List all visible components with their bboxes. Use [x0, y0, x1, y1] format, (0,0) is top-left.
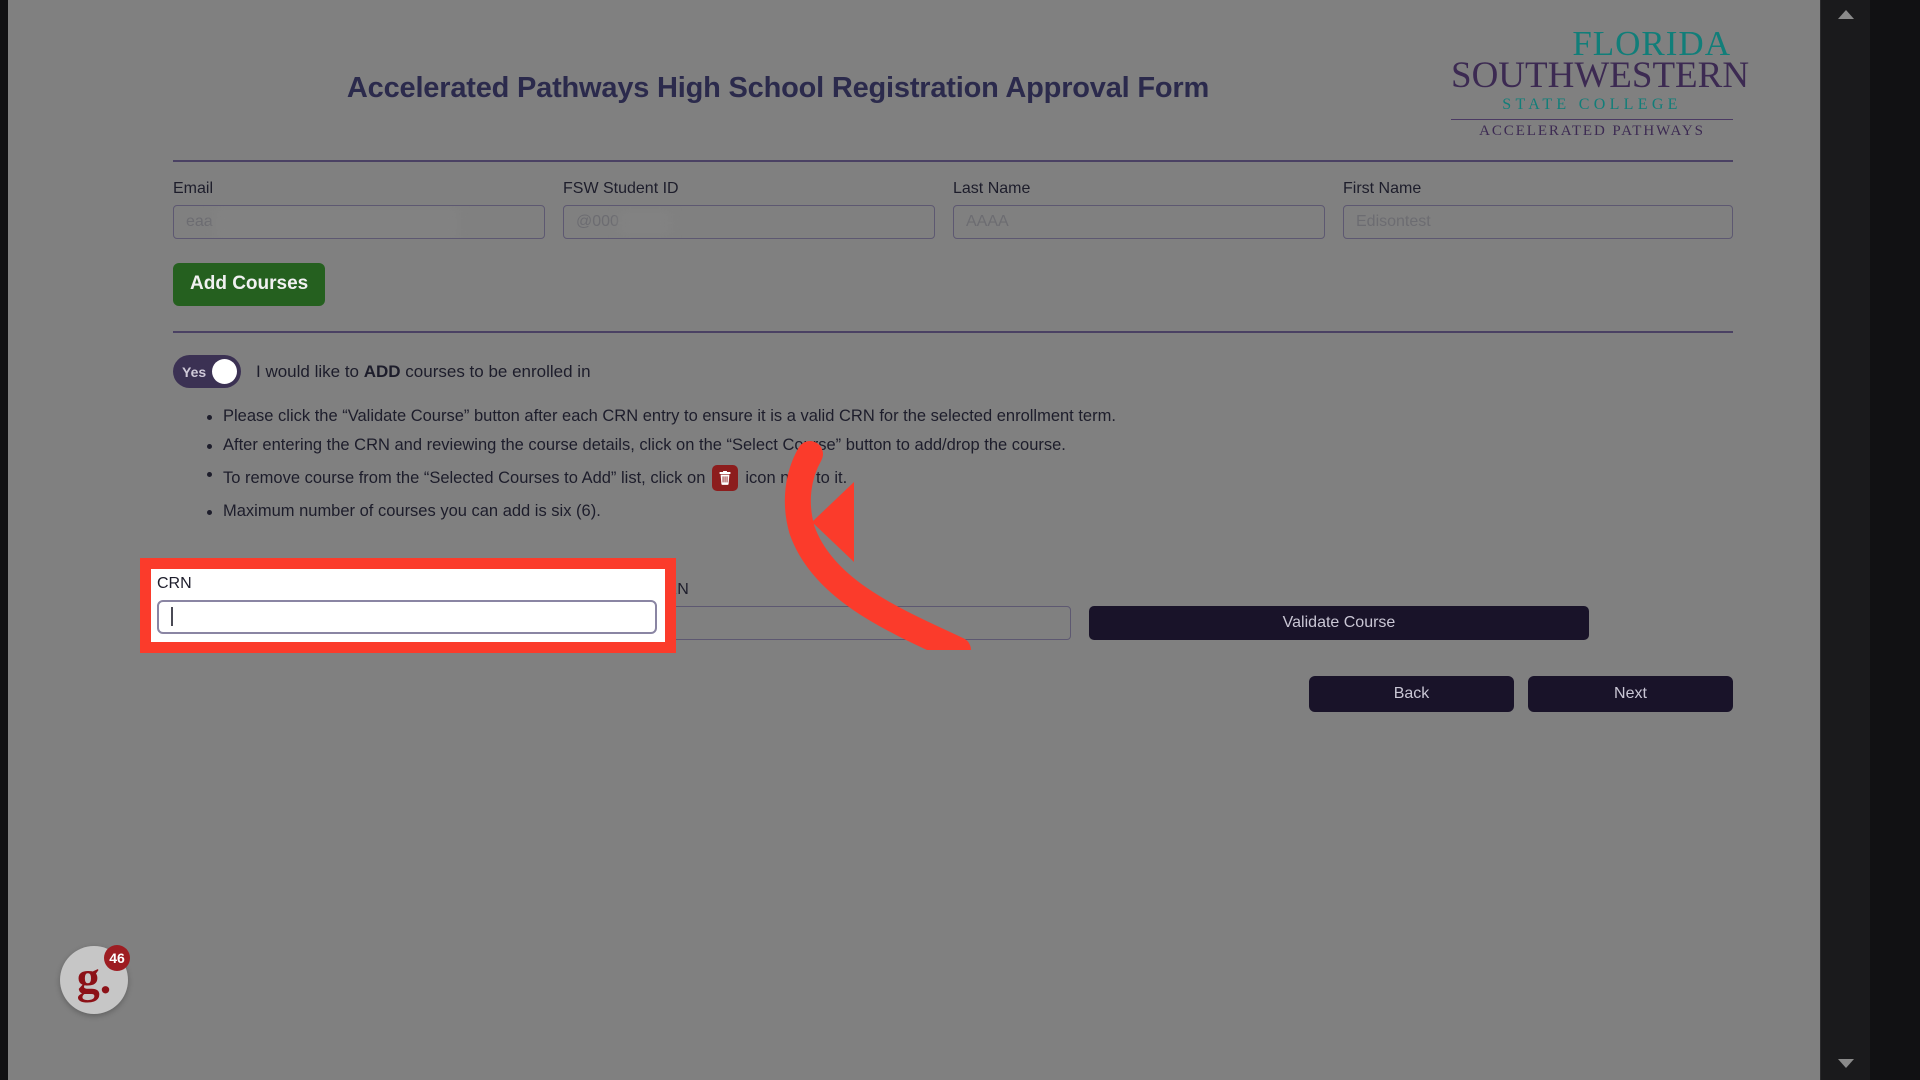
logo-southwestern-text: SOUTHWESTERN	[1451, 55, 1750, 96]
validate-course-button[interactable]: Validate Course	[1089, 605, 1589, 640]
vertical-scrollbar[interactable]	[1820, 0, 1870, 1080]
student-info-row: Email eaa FSW Student ID @000 Last Name	[173, 180, 1733, 239]
field-last-name: Last Name AAAA	[953, 180, 1343, 239]
toggle-description-prefix: I would like to	[256, 361, 364, 381]
field-fsw-student-id: FSW Student ID @000	[563, 180, 953, 239]
text-caret	[171, 607, 173, 626]
logo-divider	[1451, 119, 1733, 120]
trash-icon	[712, 465, 739, 491]
instruction-text: Please click the “Validate Course” butto…	[223, 407, 1116, 425]
crn-label-highlighted: CRN	[157, 574, 192, 592]
toggle-knob	[212, 359, 237, 384]
add-courses-toggle[interactable]: Yes	[173, 355, 241, 388]
logo-accelerated-pathways-text: ACCELERATED PATHWAYS	[1479, 123, 1705, 139]
field-first-name: First Name Edisontest	[1343, 180, 1733, 239]
scroll-down-arrow-icon[interactable]	[1837, 1059, 1854, 1068]
scroll-up-arrow-icon[interactable]	[1837, 10, 1854, 19]
last-name-value: AAAA	[966, 213, 1009, 230]
page-title: Accelerated Pathways High School Registr…	[346, 72, 1210, 104]
crn-entry-row: CRN Alt CRN Validate Course CRN	[140, 557, 1733, 653]
list-item: Please click the “Validate Course” butto…	[207, 402, 1733, 431]
first-name-field[interactable]: Edisontest	[1343, 205, 1733, 239]
form-header: Accelerated Pathways High School Registr…	[173, 0, 1750, 160]
email-field-value: eaa	[186, 213, 213, 230]
list-item: Maximum number of courses you can add is…	[207, 497, 1733, 526]
list-item: After entering the CRN and reviewing the…	[207, 431, 1733, 460]
form-content: Accelerated Pathways High School Registr…	[140, 0, 1750, 712]
browser-viewport: Accelerated Pathways High School Registr…	[0, 0, 1920, 1080]
navigation-row: Back Next	[173, 675, 1733, 712]
alt-crn-label: Alt CRN	[631, 580, 689, 598]
email-redaction	[214, 208, 459, 238]
last-name-field[interactable]: AAAA	[953, 205, 1325, 239]
toggle-description-strong: ADD	[363, 361, 401, 381]
chat-widget[interactable]: g. 46	[60, 945, 130, 1014]
list-item: To remove course from the “Selected Cour…	[207, 459, 1733, 497]
add-courses-button[interactable]: Add Courses	[173, 263, 326, 306]
instruction-text: Maximum number of courses you can add is…	[223, 502, 601, 520]
header-divider	[173, 160, 1733, 162]
field-label-last-name: Last Name	[953, 180, 1031, 197]
chat-unread-badge: 46	[104, 945, 130, 971]
instruction-text-before: To remove course from the “Selected Cour…	[223, 468, 706, 487]
field-label-email: Email	[173, 180, 214, 197]
section-divider	[173, 331, 1733, 333]
instruction-text-after: icon next to it.	[745, 468, 848, 487]
field-label-fsw-student-id: FSW Student ID	[563, 180, 679, 197]
field-email: Email eaa	[173, 180, 563, 239]
crn-field-highlighted: CRN	[157, 575, 657, 634]
fsw-logo: FLORIDA SOUTHWESTERN STATE COLLEGE ACCEL…	[1451, 26, 1750, 139]
email-field[interactable]: eaa	[173, 205, 545, 239]
toggle-description-suffix: courses to be enrolled in	[400, 361, 591, 381]
alt-crn-field-wrap: Alt CRN	[631, 581, 1071, 640]
toggle-description: I would like to ADD courses to be enroll…	[256, 362, 591, 382]
crn-input[interactable]	[157, 599, 657, 634]
field-label-first-name: First Name	[1343, 180, 1422, 197]
instructions-list: Please click the “Validate Course” butto…	[173, 402, 1733, 526]
fsw-student-id-value: @000	[576, 213, 619, 230]
back-button[interactable]: Back	[1309, 675, 1514, 712]
page-body: Accelerated Pathways High School Registr…	[8, 0, 1870, 1080]
add-courses-toggle-row: Yes I would like to ADD courses to be en…	[173, 355, 1733, 388]
next-button[interactable]: Next	[1528, 675, 1733, 712]
fsw-student-id-redaction	[619, 211, 671, 235]
fsw-student-id-field[interactable]: @000	[563, 205, 935, 239]
alt-crn-input[interactable]	[631, 605, 1071, 640]
first-name-value: Edisontest	[1356, 213, 1431, 230]
logo-state-college-text: STATE COLLEGE	[1502, 96, 1682, 113]
instruction-text: After entering the CRN and reviewing the…	[223, 435, 1066, 454]
toggle-state-label: Yes	[182, 363, 207, 380]
